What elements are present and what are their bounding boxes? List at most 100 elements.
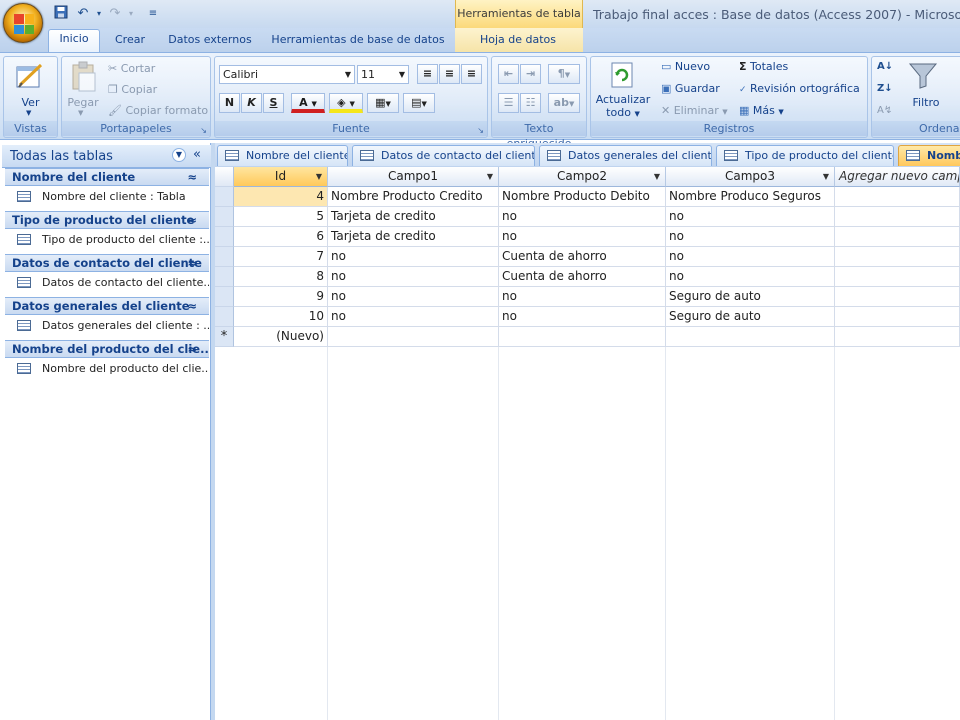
numbered-list-button[interactable]: ☰ [498,93,519,113]
table-cell[interactable]: no [666,227,835,247]
nav-group-header[interactable]: Nombre del cliente ≈ [5,168,209,186]
table-cell[interactable]: Nombre Producto Credito [328,187,499,207]
table-cell[interactable]: no [666,247,835,267]
sort-desc-icon[interactable]: Z↓ [877,79,893,99]
table-cell[interactable] [835,327,960,347]
alt-fill-button[interactable]: ▤▼ [403,93,435,113]
doc-tab[interactable]: Datos generales del cliente [539,145,712,166]
office-button[interactable] [3,3,43,43]
row-selector[interactable] [215,207,234,227]
table-cell[interactable]: Tarjeta de credito [328,207,499,227]
table-cell[interactable]: no [499,227,666,247]
doc-tab[interactable]: Nombre del cliente [217,145,348,166]
nav-item[interactable]: Tipo de producto del cliente :... [5,229,209,251]
table-cell[interactable]: no [328,267,499,287]
table-cell[interactable]: no [666,267,835,287]
column-header-campo1[interactable]: Campo1 ▼ [328,167,499,187]
italic-button[interactable]: K [241,93,262,113]
table-cell[interactable]: no [499,307,666,327]
table-cell[interactable]: no [328,287,499,307]
cortar-button[interactable]: ✂ Cortar [108,59,155,79]
ver-dropdown-icon[interactable]: ▼ [26,109,31,117]
clear-sort-icon[interactable]: A↯ [877,101,892,121]
redo-dropdown-icon[interactable]: ▾ [122,5,140,23]
table-cell[interactable] [835,247,960,267]
nuevo-button[interactable]: ▭ Nuevo [661,57,710,77]
sort-asc-icon[interactable]: A↓ [877,57,893,77]
totales-button[interactable]: Σ Totales [739,57,788,77]
nav-item[interactable]: Nombre del producto del clie... [5,358,209,380]
paragraph-direction-button[interactable]: ¶▼ [548,64,580,84]
row-selector[interactable] [215,227,234,247]
pegar-dropdown-icon[interactable]: ▼ [78,109,83,117]
table-cell[interactable]: Seguro de auto [666,307,835,327]
highlight-button[interactable]: ab▼ [548,93,580,113]
decrease-indent-button[interactable]: ⇤ [498,64,519,84]
nav-group-header[interactable]: Tipo de producto del cliente ≈ [5,211,209,229]
bullet-list-button[interactable]: ☷ [520,93,541,113]
table-cell[interactable]: Seguro de auto [666,287,835,307]
table-cell[interactable]: Nombre Producto Debito [499,187,666,207]
table-cell[interactable]: Tarjeta de credito [328,227,499,247]
align-center-button[interactable]: ≡ [439,64,460,84]
row-selector[interactable] [215,287,234,307]
underline-button[interactable]: S [263,93,284,113]
column-header-campo2[interactable]: Campo2 ▼ [499,167,666,187]
new-row-marker[interactable]: * [215,327,234,347]
column-header-campo3[interactable]: Campo3 ▼ [666,167,835,187]
font-name-combo[interactable]: Calibri ▼ [219,65,355,84]
table-cell[interactable]: Cuenta de ahorro [499,267,666,287]
table-cell[interactable]: no [499,287,666,307]
table-cell[interactable] [835,267,960,287]
bold-button[interactable]: N [219,93,240,113]
align-left-button[interactable]: ≡ [417,64,438,84]
nav-item[interactable]: Datos generales del cliente : ... [5,315,209,337]
copiar-formato-button[interactable]: 🖌 Copiar formato [108,101,208,121]
table-cell[interactable] [835,287,960,307]
table-cell[interactable] [835,187,960,207]
cell-id[interactable]: 7 [234,247,328,267]
doc-tab-active[interactable]: Nomb [898,145,960,166]
nav-menu-chevron-icon[interactable]: ▼ [172,148,186,162]
fill-color-button[interactable]: ◈ ▼ [329,93,363,113]
cell-id[interactable]: 5 [234,207,328,227]
table-cell[interactable] [835,227,960,247]
table-cell[interactable] [835,207,960,227]
filtro-button[interactable]: Filtro [902,93,950,113]
fuente-launcher-icon[interactable]: ↘ [477,126,484,135]
nav-group-header[interactable]: Datos generales del cliente ≈ [5,297,209,315]
cell-id[interactable]: 4 [234,187,328,207]
font-size-combo[interactable]: 11 ▼ [357,65,409,84]
table-cell[interactable]: no [328,247,499,267]
customize-qat-icon[interactable]: ≡ [144,5,162,23]
tab-inicio[interactable]: Inicio [48,29,100,53]
cell-id[interactable]: 10 [234,307,328,327]
font-color-button[interactable]: A ▼ [291,93,325,113]
revision-button[interactable]: ✓ Revisión ortográfica [739,79,860,99]
chevron-down-icon[interactable]: ▼ [487,167,493,186]
cell-id[interactable]: 8 [234,267,328,287]
increase-indent-button[interactable]: ⇥ [520,64,541,84]
nav-item[interactable]: Datos de contacto del cliente... [5,272,209,294]
table-cell[interactable] [328,327,499,347]
mas-button[interactable]: ▦ Más ▼ [739,101,784,121]
row-selector[interactable] [215,307,234,327]
tab-herramientas-bd[interactable]: Herramientas de base de datos [268,31,448,52]
table-cell[interactable] [499,327,666,347]
nav-item[interactable]: Nombre del cliente : Tabla [5,186,209,208]
column-header-add-new[interactable]: Agregar nuevo camp [835,167,960,187]
chevron-down-icon[interactable]: ▼ [823,167,829,186]
table-cell[interactable]: Cuenta de ahorro [499,247,666,267]
cell-id[interactable]: 6 [234,227,328,247]
tab-crear[interactable]: Crear [104,31,156,52]
nav-group-header[interactable]: Nombre del producto del clie... ≈ [5,340,209,358]
table-cell[interactable]: Nombre Produco Seguros [666,187,835,207]
table-cell[interactable]: no [666,207,835,227]
tab-hoja-de-datos[interactable]: Hoja de datos [468,31,568,52]
table-cell[interactable]: no [499,207,666,227]
doc-tab[interactable]: Tipo de producto del cliente [716,145,894,166]
doc-tab[interactable]: Datos de contacto del cliente [352,145,535,166]
chevron-down-icon[interactable]: ▼ [316,167,322,186]
tab-datos-externos[interactable]: Datos externos [162,31,258,52]
select-all-corner[interactable] [215,167,234,187]
